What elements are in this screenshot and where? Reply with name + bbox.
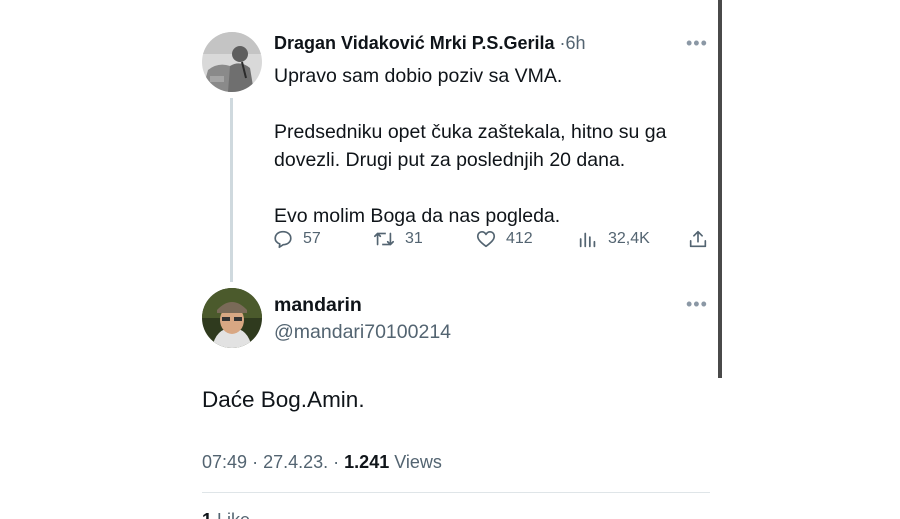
reply-author-name[interactable]: mandarin — [274, 294, 362, 317]
tweet-paragraph: Predsedniku opet čuka zaštekala, hitno s… — [274, 121, 667, 171]
like-button[interactable]: 412 — [475, 228, 533, 250]
retweet-button[interactable]: 31 — [372, 228, 423, 250]
thread-connector-line — [230, 98, 233, 282]
views-icon — [579, 232, 596, 248]
reply-author-handle[interactable]: @mandari70100214 — [274, 321, 451, 344]
share-icon — [689, 230, 707, 248]
views-button[interactable]: 32,4K — [577, 228, 650, 250]
original-tweet-header: Dragan Vidaković Mrki P.S.Gerila ·6h — [274, 33, 586, 54]
likes-label: Like — [217, 510, 250, 519]
scrollbar[interactable] — [718, 0, 722, 378]
tweet-timestamp-row: 07:49 · 27.4.23. · 1.241 Views — [202, 452, 442, 473]
divider — [202, 492, 710, 493]
reply-button[interactable]: 57 — [272, 228, 321, 250]
like-count: 412 — [506, 230, 533, 247]
tweet-date[interactable]: 27.4.23. — [263, 452, 328, 472]
retweet-count: 31 — [405, 230, 423, 247]
timestamp-separator: · — [333, 452, 340, 472]
reply-count: 57 — [303, 230, 321, 247]
views-label: Views — [394, 452, 442, 472]
tweet-action-bar: 57 31 412 32,4K — [272, 228, 712, 254]
tweet-time-ago[interactable]: 6h — [565, 33, 585, 53]
tweet-paragraph: Evo molim Boga da nas pogleda. — [274, 205, 561, 227]
more-options-icon[interactable]: ••• — [686, 294, 708, 315]
tweet-paragraph: Upravo sam dobio poziv sa VMA. — [274, 65, 563, 87]
share-button[interactable] — [687, 228, 718, 250]
tweet-screenshot: Dragan Vidaković Mrki P.S.Gerila ·6h •••… — [0, 0, 900, 519]
timestamp-separator: · — [252, 452, 259, 472]
reply-tweet-text: Daće Bog.Amin. — [202, 387, 365, 412]
likes-total: 1 — [202, 510, 212, 519]
views-total: 1.241 — [344, 452, 390, 472]
tweet-time[interactable]: 07:49 — [202, 452, 247, 472]
likes-summary[interactable]: 1 Like — [202, 510, 250, 519]
more-options-icon[interactable]: ••• — [686, 33, 708, 54]
avatar-photo-icon — [202, 288, 262, 348]
avatar-original-author[interactable] — [202, 32, 262, 92]
original-tweet-text: Upravo sam dobio poziv sa VMA. Predsedni… — [274, 62, 704, 230]
reply-icon — [274, 230, 292, 249]
like-icon — [476, 231, 496, 248]
views-count: 32,4K — [608, 230, 650, 247]
original-author-name[interactable]: Dragan Vidaković Mrki P.S.Gerila — [274, 33, 554, 53]
avatar-photo-icon — [202, 32, 262, 92]
avatar-reply-author[interactable] — [202, 288, 262, 348]
retweet-icon — [374, 232, 394, 246]
